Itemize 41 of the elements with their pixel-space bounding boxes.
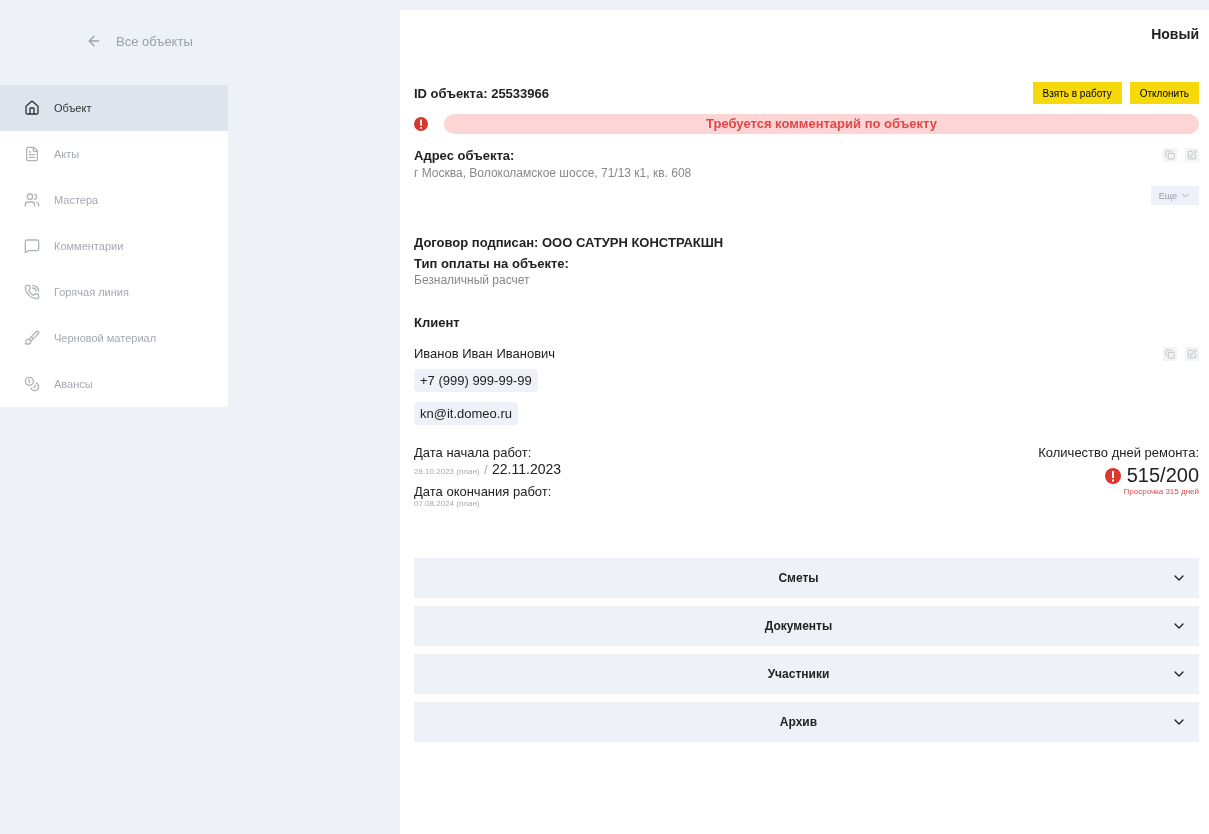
warning-icon [1104, 467, 1121, 484]
payment-label: Тип оплаты на объекте: [414, 256, 570, 271]
start-plan-date: 28.10.2023 (план) [414, 467, 480, 476]
contract-text: Договор подписан: ООО САТУРН КОНСТРАКШН [414, 235, 725, 250]
start-label: Дата начала работ: [414, 445, 533, 460]
status-label: Новый [1151, 26, 1199, 42]
copy-icon[interactable] [1163, 346, 1177, 361]
overdue-text: Просрочка 315 дней [1123, 487, 1199, 496]
date-separator: / [483, 462, 488, 477]
people-icon [24, 192, 40, 208]
repair-days-label: Количество дней ремонта: [1038, 445, 1199, 460]
phone-chip[interactable]: +7 (999) 999-99-99 [414, 369, 538, 392]
payment-value: Безналичный расчет [414, 273, 531, 287]
address-label: Адрес объекта: [414, 148, 516, 163]
end-plan-date: 07.08.2024 (план) [414, 499, 481, 508]
home-icon [24, 100, 40, 116]
edit-icon[interactable] [1185, 148, 1199, 162]
alert-banner: Требуется комментарий по объекту [444, 114, 1199, 134]
document-icon [24, 146, 40, 162]
object-id: ID объекта: 25533966 [414, 85, 549, 101]
warning-icon [414, 117, 428, 131]
accordion-header[interactable]: Архив [414, 702, 1199, 742]
copy-icon[interactable] [1163, 148, 1177, 162]
start-actual-date: 22.11.2023 [492, 461, 562, 477]
email-chip[interactable]: kn@it.domeo.ru [414, 402, 518, 425]
end-label: Дата окончания работ: [414, 484, 553, 499]
action-button[interactable]: Отклонить [1129, 82, 1199, 104]
chat-icon [24, 238, 40, 254]
accordion-header[interactable]: Документы [414, 606, 1199, 646]
accordion-header[interactable]: Сметы [414, 558, 1199, 598]
client-heading: Клиент [414, 315, 461, 330]
sidebar-item[interactable]: Объект [0, 85, 228, 131]
phone-icon [24, 284, 40, 300]
address-value: г Москва, Волоколамское шоссе, 71/13 к1, кв. 608 [414, 166, 692, 180]
coins-icon [24, 376, 40, 392]
brush-icon [24, 330, 40, 346]
repair-days-value: 515/200 [1126, 464, 1199, 487]
action-button[interactable]: Взять в работу [1032, 82, 1122, 104]
client-name: Иванов Иван Иванович [414, 346, 556, 361]
accordion-header[interactable]: Участники [414, 654, 1199, 694]
edit-icon[interactable] [1185, 346, 1199, 361]
